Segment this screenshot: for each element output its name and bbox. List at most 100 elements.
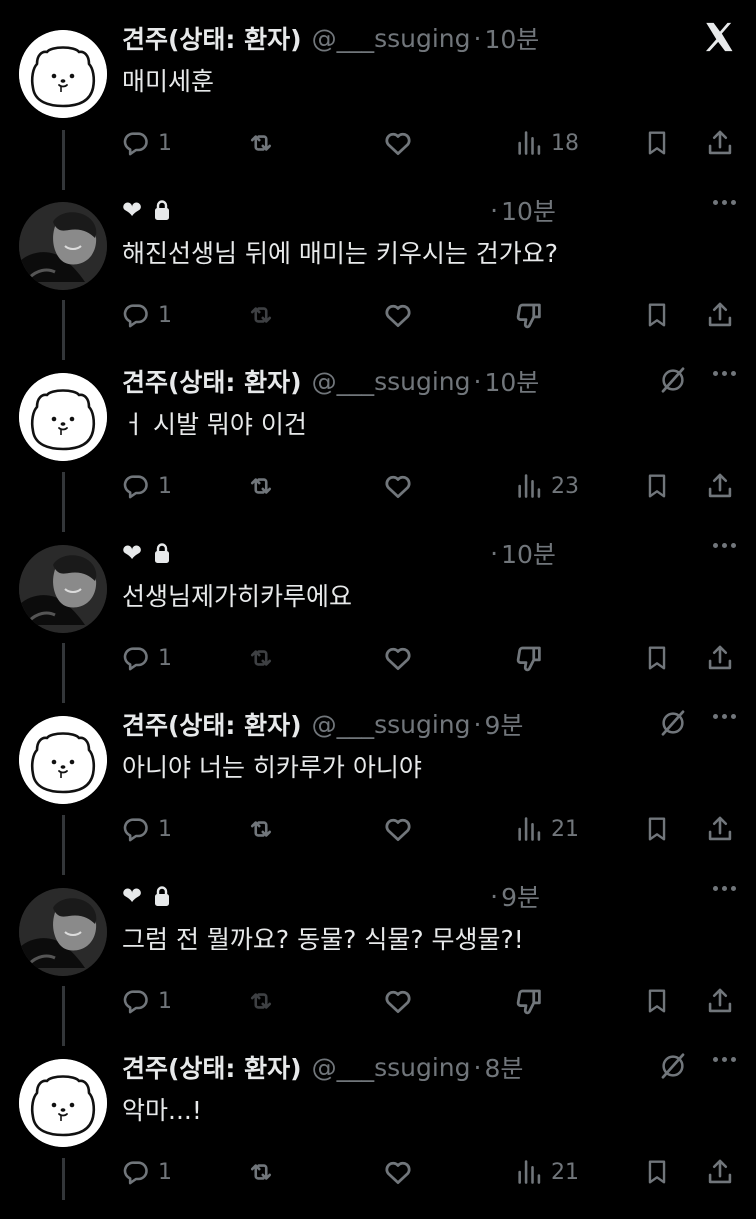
tweet-text: 아니야 너는 히카루가 아니야 (122, 753, 422, 782)
like-button[interactable] (382, 636, 414, 680)
avatar[interactable] (19, 30, 107, 118)
views-button[interactable]: 23 (515, 464, 579, 508)
timestamp[interactable]: 10분 (484, 363, 539, 399)
share-button[interactable] (706, 464, 734, 508)
bookmark-button[interactable] (644, 1150, 670, 1194)
grok-icon[interactable] (658, 1051, 688, 1085)
more-icon[interactable] (709, 886, 736, 891)
tweet-text: ㅓ 시발 뭐야 이건 (122, 410, 307, 439)
timestamp[interactable]: 10분 (501, 192, 556, 228)
like-button[interactable] (382, 807, 414, 851)
reply-button[interactable]: 1 (122, 979, 172, 1023)
display-name[interactable]: 견주(상태: 환자) (122, 706, 302, 742)
more-icon[interactable] (709, 371, 736, 376)
avatar[interactable] (19, 202, 107, 290)
reply-button[interactable]: 1 (122, 636, 172, 680)
retweet-button[interactable] (246, 121, 276, 165)
retweet-button[interactable] (246, 979, 276, 1023)
reply-count: 1 (158, 645, 172, 671)
like-button[interactable] (382, 1150, 414, 1194)
share-button[interactable] (706, 636, 734, 680)
tweet-header: ❤ · 10분 (122, 190, 556, 230)
views-button[interactable]: 21 (515, 1150, 579, 1194)
timestamp[interactable]: 9분 (484, 706, 523, 742)
like-button[interactable] (382, 293, 414, 337)
downvote-button[interactable] (515, 293, 545, 337)
action-bar: 1 21 (0, 807, 756, 851)
reply-button[interactable]: 1 (122, 293, 172, 337)
tweet-text: 선생님제가히카루에요 (122, 582, 353, 611)
share-button[interactable] (706, 121, 734, 165)
tweet-header: ❤ · 10분 (122, 533, 556, 573)
reply-button[interactable]: 1 (122, 807, 172, 851)
reply-button[interactable]: 1 (122, 121, 172, 165)
share-button[interactable] (706, 979, 734, 1023)
handle[interactable]: @___ssuging (312, 24, 471, 53)
bookmark-button[interactable] (644, 293, 670, 337)
grok-icon[interactable] (658, 708, 688, 742)
share-button[interactable] (706, 1150, 734, 1194)
tweet: 견주(상태: 환자) @___ssuging · 9분아니야 너는 히카루가 아니야 1… (0, 704, 756, 876)
reply-button[interactable]: 1 (122, 464, 172, 508)
like-button[interactable] (382, 464, 414, 508)
timestamp[interactable]: 10분 (484, 20, 539, 56)
lock-icon (152, 199, 172, 221)
retweet-button[interactable] (246, 293, 276, 337)
lock-icon (152, 885, 172, 907)
x-logo-icon[interactable] (702, 20, 736, 58)
avatar[interactable] (19, 888, 107, 976)
reply-button[interactable]: 1 (122, 1150, 172, 1194)
share-button[interactable] (706, 807, 734, 851)
action-bar: 1 (0, 636, 756, 680)
avatar[interactable] (19, 716, 107, 804)
separator-dot: · (473, 709, 482, 739)
reply-count: 1 (158, 473, 172, 499)
retweet-button[interactable] (246, 636, 276, 680)
tweet-header: 견주(상태: 환자) @___ssuging · 10분 (122, 361, 539, 401)
action-bar: 1 (0, 979, 756, 1023)
retweet-button[interactable] (246, 464, 276, 508)
more-icon[interactable] (709, 200, 736, 205)
downvote-button[interactable] (515, 979, 545, 1023)
tweet-header: 견주(상태: 환자) @___ssuging · 10분 (122, 18, 539, 58)
timestamp[interactable]: 8분 (484, 1049, 523, 1085)
handle[interactable]: @___ssuging (312, 1053, 471, 1082)
reply-count: 1 (158, 988, 172, 1014)
more-icon[interactable] (709, 714, 736, 719)
bookmark-button[interactable] (644, 464, 670, 508)
tweet-text: 매미세훈 (122, 67, 215, 96)
display-name[interactable]: 견주(상태: 환자) (122, 20, 302, 56)
retweet-button[interactable] (246, 807, 276, 851)
more-icon[interactable] (709, 1057, 736, 1062)
display-name[interactable]: 견주(상태: 환자) (122, 1049, 302, 1085)
downvote-button[interactable] (515, 636, 545, 680)
display-name[interactable]: 견주(상태: 환자) (122, 363, 302, 399)
avatar[interactable] (19, 545, 107, 633)
bookmark-button[interactable] (644, 636, 670, 680)
bookmark-button[interactable] (644, 121, 670, 165)
views-button[interactable]: 18 (515, 121, 579, 165)
timestamp[interactable]: 10분 (501, 535, 556, 571)
avatar[interactable] (19, 1059, 107, 1147)
tweet: 견주(상태: 환자) @___ssuging · 10분 매미세훈 1 18 (0, 18, 756, 190)
like-button[interactable] (382, 979, 414, 1023)
timestamp[interactable]: 9분 (501, 878, 540, 914)
handle[interactable]: @___ssuging (312, 367, 471, 396)
tweet: ❤ · 10분선생님제가히카루에요 1 (0, 533, 756, 705)
grok-icon[interactable] (658, 365, 688, 399)
bookmark-button[interactable] (644, 807, 670, 851)
tweet-text: 그럼 전 뭘까요? 동물? 식물? 무생물?! (122, 925, 524, 954)
lock-icon (152, 542, 172, 564)
like-button[interactable] (382, 121, 414, 165)
share-button[interactable] (706, 293, 734, 337)
views-button[interactable]: 21 (515, 807, 579, 851)
tweet-text: 해진선생님 뒤에 매미는 키우시는 건가요? (122, 239, 559, 268)
more-icon[interactable] (709, 543, 736, 548)
handle[interactable]: @___ssuging (312, 710, 471, 739)
tweet-text: 악마...! (122, 1096, 202, 1125)
bookmark-button[interactable] (644, 979, 670, 1023)
heart-badge: ❤ (122, 539, 143, 567)
avatar[interactable] (19, 373, 107, 461)
reply-count: 1 (158, 816, 172, 842)
retweet-button[interactable] (246, 1150, 276, 1194)
